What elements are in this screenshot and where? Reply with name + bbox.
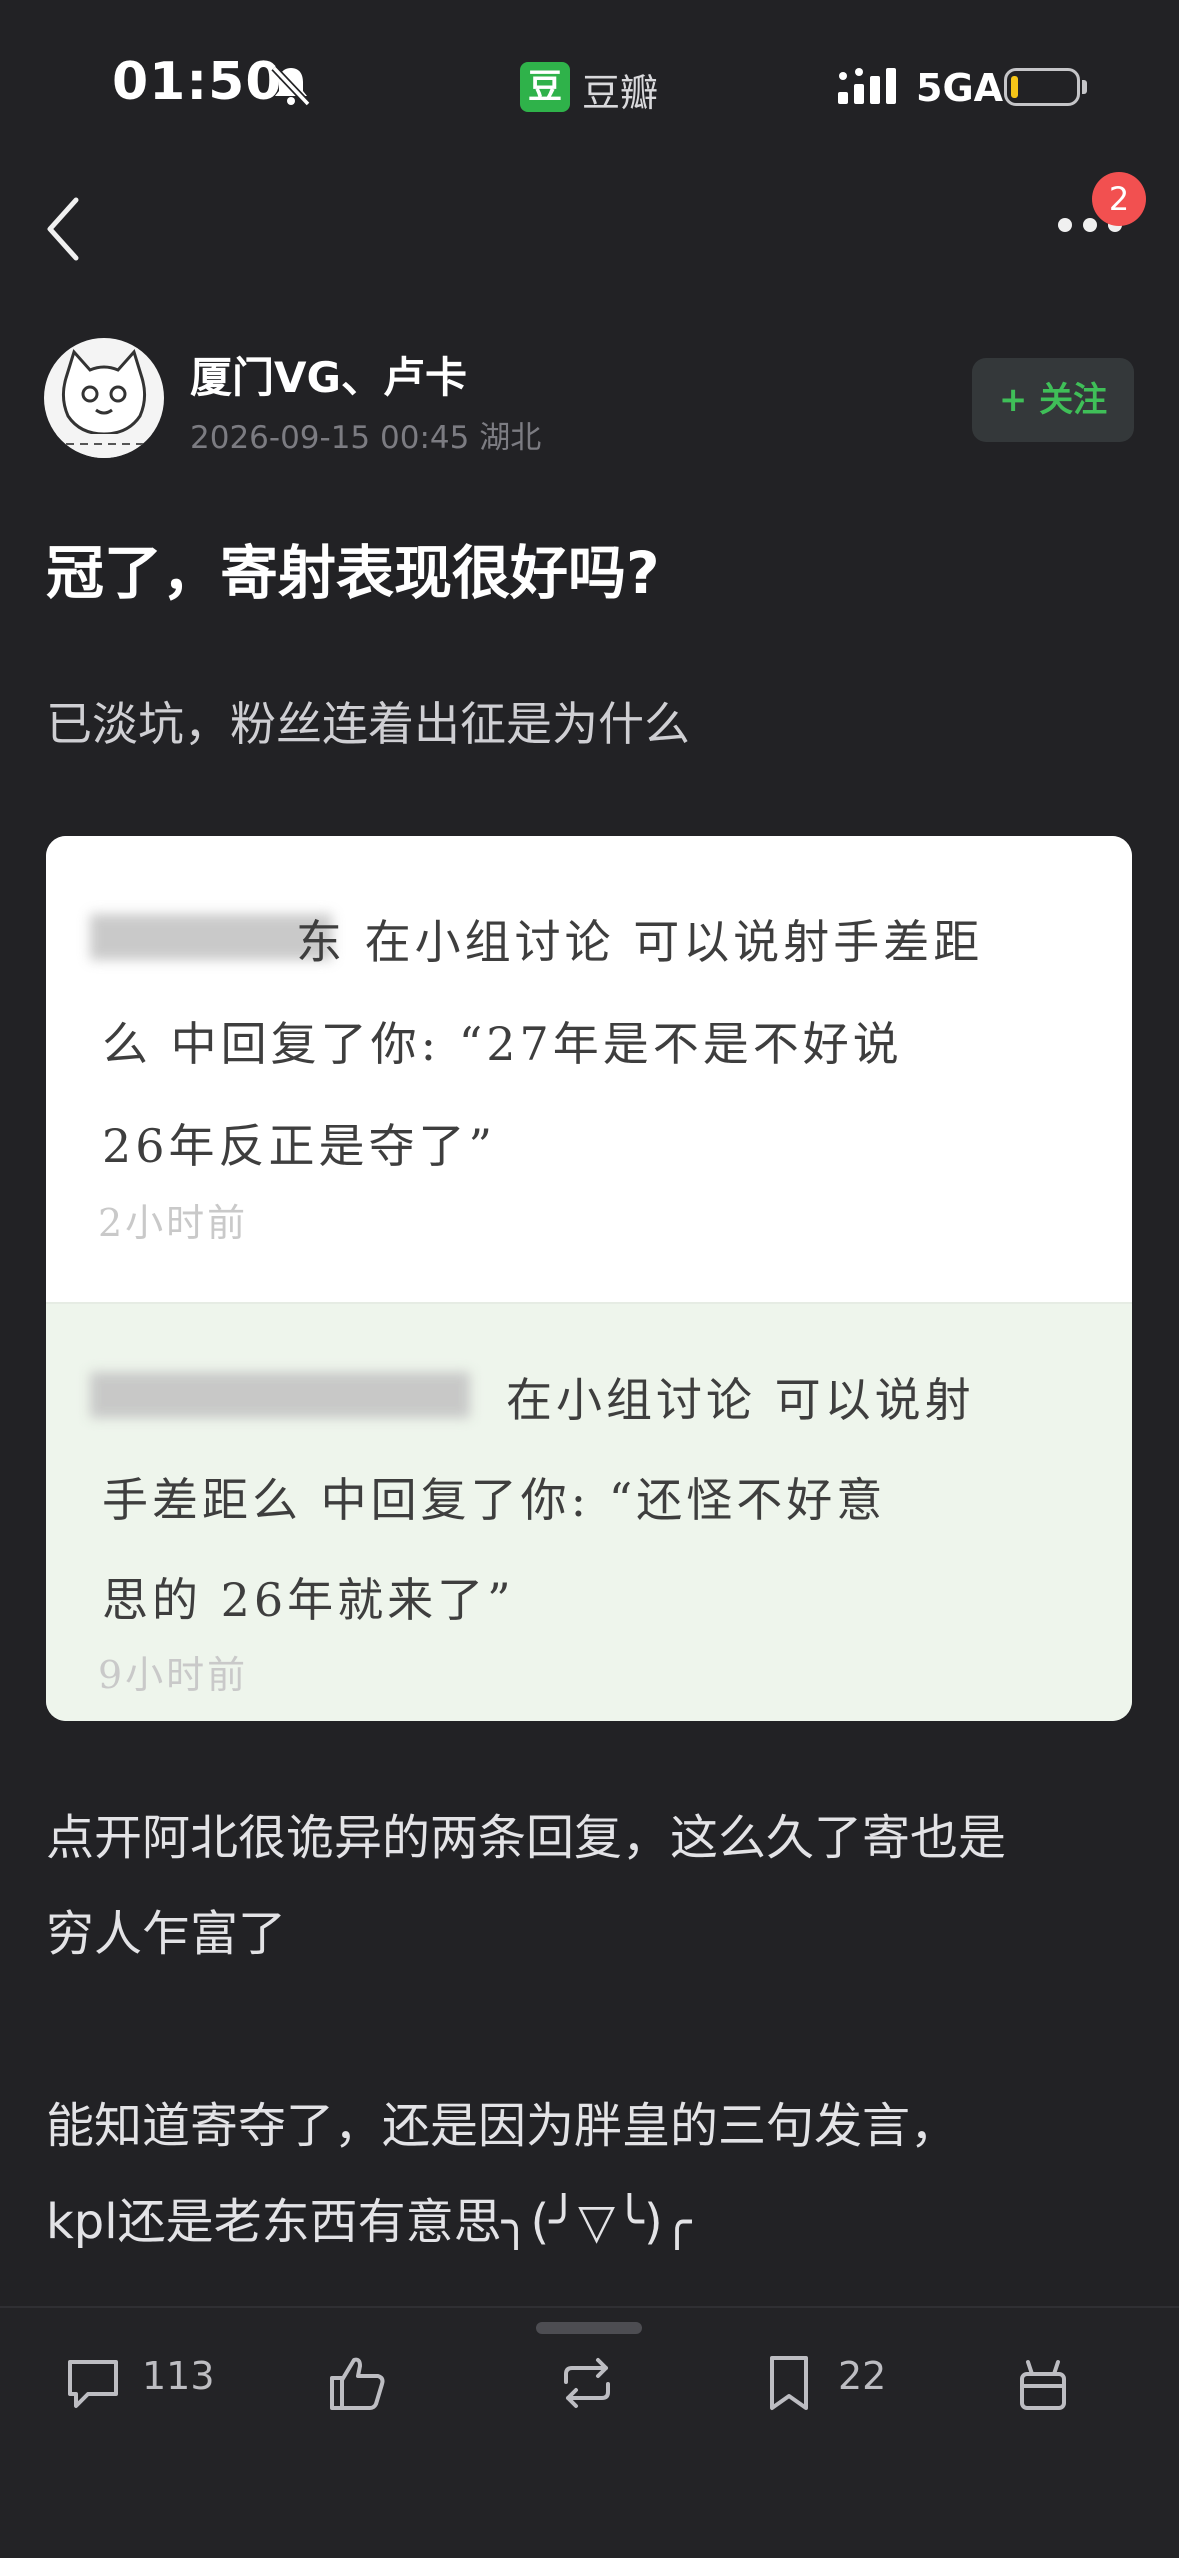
like-icon[interactable]	[326, 2352, 388, 2414]
douban-app-icon: 豆	[520, 62, 570, 112]
paragraph-1-line-2: 穷人乍富了	[46, 1906, 287, 1962]
gift-icon[interactable]	[1012, 2352, 1074, 2414]
signal-icon	[838, 68, 896, 104]
back-arrow-icon[interactable]	[44, 194, 84, 264]
reply-2-line-1: 在小组讨论 可以说射	[506, 1373, 975, 1427]
post-title: 冠了，寄射表现很好吗?	[46, 539, 660, 607]
mute-bell-icon	[271, 65, 311, 107]
comment-count[interactable]: 113	[142, 2354, 215, 2398]
comment-icon[interactable]	[62, 2352, 124, 2414]
paragraph-1-line-1: 点开阿北很诡异的两条回复，这么久了寄也是	[46, 1810, 1007, 1866]
reply-notification-2: 在小组讨论 可以说射 手差距么 中回复了你: “还怪不好意 思的 26年就来了”…	[46, 1302, 1132, 1721]
follow-button[interactable]: + 关注	[972, 358, 1134, 442]
battery-tip	[1082, 80, 1087, 94]
bookmark-icon[interactable]	[758, 2352, 820, 2414]
network-type: 5GA	[916, 66, 1004, 110]
post-paragraph-1: 点开阿北很诡异的两条回复，这么久了寄也是 穷人乍富了	[46, 1790, 1006, 1982]
author-name[interactable]: 厦门VG、卢卡	[190, 344, 467, 405]
reply-1-line-3: 26年反正是夺了”	[102, 1119, 497, 1173]
reply-2-line-2: 手差距么 中回复了你: “还怪不好意	[102, 1473, 887, 1527]
repost-icon[interactable]	[556, 2352, 618, 2414]
reply-2-line-3: 思的 26年就来了”	[102, 1573, 515, 1627]
post-paragraph-2: 能知道寄夺了，还是因为胖皇的三句发言， kpl还是老东西有意思╮(╯▽╰)╭	[46, 2078, 958, 2270]
reply-1-line-1: 东 在小组讨论 可以说射手差距	[296, 915, 984, 969]
author-avatar[interactable]	[44, 338, 164, 458]
post-lead: 已淡坑，粉丝连着出征是为什么	[46, 697, 690, 751]
paragraph-2-line-2: kpl还是老东西有意思╮(╯▽╰)╭	[46, 2194, 692, 2250]
collect-count[interactable]: 22	[838, 2354, 886, 2398]
reply-1-time: 2小时前	[98, 1201, 249, 1245]
status-time: 01:50	[112, 52, 283, 112]
paragraph-2-line-1: 能知道寄夺了，还是因为胖皇的三句发言，	[46, 2098, 959, 2154]
drag-handle[interactable]	[536, 2322, 642, 2334]
blurred-username	[90, 1372, 470, 1418]
reply-2-time: 9小时前	[98, 1653, 249, 1697]
reply-notification-1: 东 在小组讨论 可以说射手差距 么 中回复了你: “27年是不是不好说 26年反…	[46, 836, 1132, 1302]
bottom-action-bar	[0, 2306, 1179, 2558]
post-image[interactable]: 东 在小组讨论 可以说射手差距 么 中回复了你: “27年是不是不好说 26年反…	[46, 836, 1132, 1721]
post-meta: 2026-09-15 00:45 湖北	[190, 420, 542, 456]
cat-avatar-icon	[44, 349, 164, 458]
reply-1-line-2: 么 中回复了你: “27年是不是不好说	[102, 1017, 903, 1071]
notification-badge: 2	[1092, 172, 1146, 226]
battery-icon	[1004, 68, 1080, 106]
app-name: 豆瓣	[582, 71, 659, 115]
